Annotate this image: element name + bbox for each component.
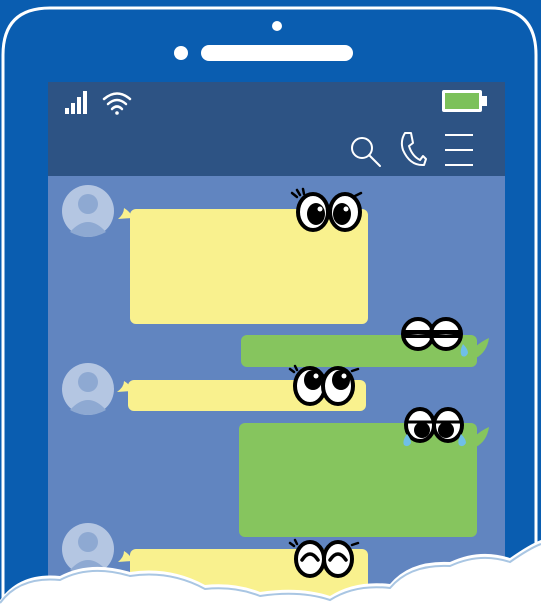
front-camera — [272, 21, 282, 31]
incoming-message-bubble[interactable] — [118, 208, 368, 324]
battery-icon — [442, 90, 487, 112]
phone-illustration — [0, 0, 541, 609]
avatar — [62, 363, 114, 415]
sensor-dot — [174, 46, 188, 60]
avatar — [62, 523, 114, 575]
phone-chat-illustration — [0, 0, 541, 609]
speaker-grille — [201, 45, 353, 61]
app-header — [48, 82, 505, 176]
avatar — [62, 185, 114, 237]
